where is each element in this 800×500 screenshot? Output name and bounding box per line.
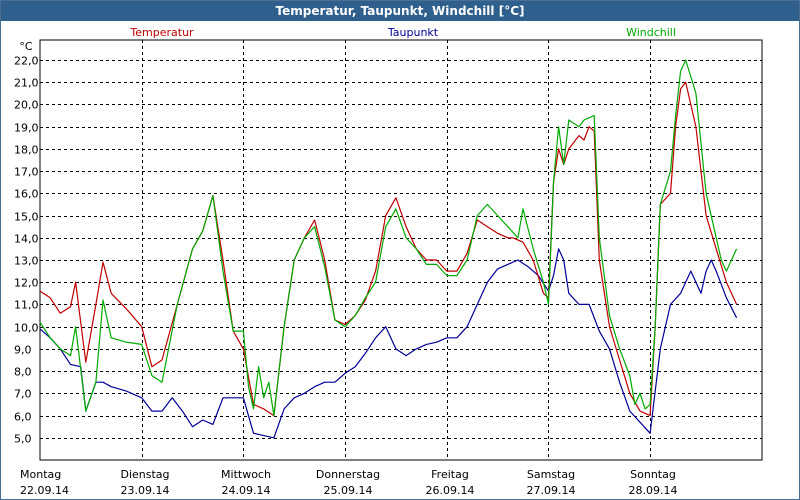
x-tick-day-label: Donnerstag <box>316 468 380 481</box>
x-tick-date-label: 25.09.14 <box>324 484 373 497</box>
legend-windchill: Windchill <box>626 26 676 39</box>
x-tick-date-label: 23.09.14 <box>121 484 170 497</box>
y-tick-label: 6,0 <box>14 411 32 424</box>
series-line-windchill <box>39 59 738 417</box>
y-tick-label: 10,0 <box>14 322 39 335</box>
chart-plot: 5,0 6,0 7,0 8,0 9,0 10,0 11,0 12,0 13,0 14,0 15,0 1… <box>14 26 763 497</box>
series-line-temperatur <box>39 81 738 417</box>
x-tick-day-label: Sonntag <box>630 468 676 481</box>
y-tick-label: 5,0 <box>14 433 32 446</box>
y-tick-label: 11,0 <box>14 299 39 312</box>
y-tick-label: 22,0 <box>14 55 39 68</box>
y-axis-unit: °C <box>19 40 33 53</box>
y-tick-label: 21,0 <box>14 77 39 90</box>
y-tick-label: 20,0 <box>14 99 39 112</box>
x-tick-date-label: 22.09.14 <box>20 484 69 497</box>
legend-temperatur: Temperatur <box>129 26 194 39</box>
y-tick-label: 14,0 <box>14 233 39 246</box>
y-tick-label: 19,0 <box>14 122 39 135</box>
y-tick-label: 7,0 <box>14 388 32 401</box>
x-tick-day-label: Dienstag <box>120 468 169 481</box>
plot-border <box>39 39 763 461</box>
y-tick-label: 15,0 <box>14 211 39 224</box>
x-tick-date-label: 26.09.14 <box>426 484 475 497</box>
x-tick-date-label: 28.09.14 <box>629 484 678 497</box>
y-tick-label: 17,0 <box>14 166 39 179</box>
y-tick-label: 12,0 <box>14 277 39 290</box>
legend-taupunkt: Taupunkt <box>387 26 439 39</box>
x-tick-date-label: 24.09.14 <box>222 484 271 497</box>
y-tick-label: 13,0 <box>14 255 39 268</box>
x-tick-day-label: Samstag <box>527 468 575 481</box>
x-tick-day-label: Montag <box>20 468 61 481</box>
x-tick-date-label: 27.09.14 <box>527 484 576 497</box>
y-tick-label: 8,0 <box>14 366 32 379</box>
y-tick-label: 9,0 <box>14 344 32 357</box>
x-tick-day-label: Mittwoch <box>221 468 271 481</box>
y-tick-label: 18,0 <box>14 144 39 157</box>
series-line-taupunkt <box>39 248 738 439</box>
x-tick-day-label: Freitag <box>431 468 469 481</box>
y-tick-label: 16,0 <box>14 188 39 201</box>
